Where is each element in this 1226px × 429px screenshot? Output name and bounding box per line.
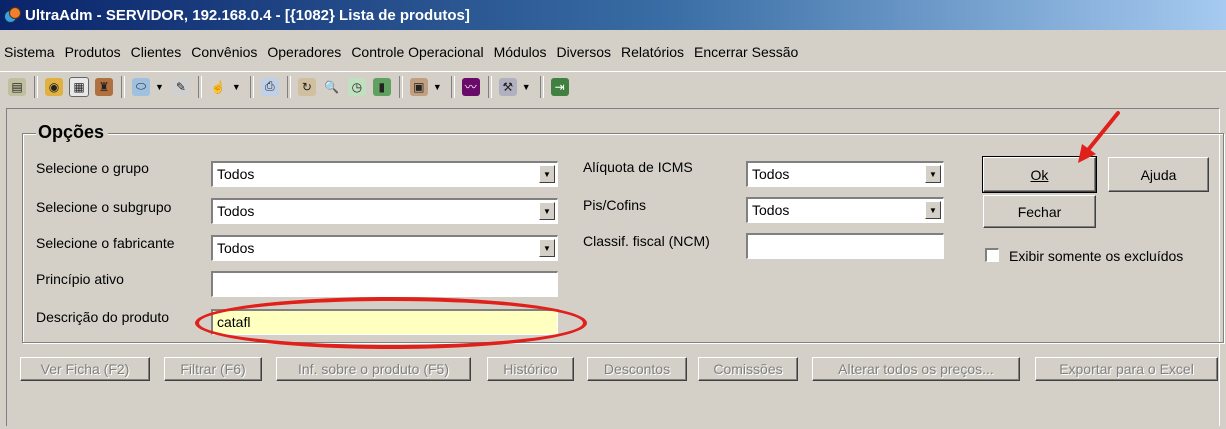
descricao-produto-label: Descrição do produto xyxy=(36,309,170,325)
show-deleted-label: Exibir somente os excluídos xyxy=(1009,248,1184,264)
menu-modulos[interactable]: Módulos xyxy=(489,44,552,60)
dropdown-arrow-icon[interactable]: ▼ xyxy=(433,82,442,92)
edit-icon[interactable]: ✎ xyxy=(170,76,192,98)
toolbar-separator xyxy=(34,75,38,98)
toolbar-separator xyxy=(286,75,291,98)
filtrar-label: Filtrar (F6) xyxy=(180,361,246,377)
subgrupo-select[interactable]: Todos ▼ xyxy=(211,198,558,224)
box-icon[interactable]: ▣ xyxy=(408,76,430,98)
subgrupo-value: Todos xyxy=(217,203,255,219)
chevron-down-icon[interactable]: ▼ xyxy=(539,165,555,183)
toolbar-separator xyxy=(450,75,455,98)
principio-ativo-input[interactable] xyxy=(211,271,558,297)
dropdown-arrow-icon[interactable]: ▼ xyxy=(522,82,531,92)
pis-cofins-value: Todos xyxy=(752,202,790,218)
exportar-excel-button[interactable]: Exportar para o Excel xyxy=(1035,357,1218,381)
ver-ficha-button[interactable]: Ver Ficha (F2) xyxy=(20,357,150,381)
descricao-produto-value: catafl xyxy=(217,314,251,330)
menu-convenios[interactable]: Convênios xyxy=(186,44,262,60)
inf-produto-button[interactable]: Inf. sobre o produto (F5) xyxy=(276,357,471,381)
ok-label: Ok xyxy=(1030,166,1049,183)
pills-icon[interactable]: ⬭ xyxy=(130,76,152,98)
dropdown-arrow-icon[interactable]: ▼ xyxy=(232,82,241,92)
toolbar-separator xyxy=(398,75,403,98)
filtrar-button[interactable]: Filtrar (F6) xyxy=(164,357,262,381)
principio-ativo-label: Princípio ativo xyxy=(36,271,124,287)
options-group-title: Opções xyxy=(36,122,109,143)
grupo-value: Todos xyxy=(217,166,255,182)
alterar-precos-button[interactable]: Alterar todos os preços... xyxy=(812,357,1020,381)
grupo-select[interactable]: Todos ▼ xyxy=(211,161,558,187)
historico-button[interactable]: Histórico xyxy=(487,357,574,381)
menu-controle-operacional[interactable]: Controle Operacional xyxy=(346,44,488,60)
help-label: Ajuda xyxy=(1140,166,1177,183)
descontos-button[interactable]: Descontos xyxy=(587,357,687,381)
dropdown-arrow-icon[interactable]: ▼ xyxy=(155,82,164,92)
comissoes-button[interactable]: Comissões xyxy=(698,357,798,381)
menu-clientes[interactable]: Clientes xyxy=(126,44,187,60)
menu-sistema[interactable]: Sistema xyxy=(0,44,60,60)
menu-bar: Sistema Produtos Clientes Convênios Oper… xyxy=(0,39,803,65)
help-button[interactable]: Ajuda xyxy=(1108,157,1209,192)
menu-produtos[interactable]: Produtos xyxy=(60,44,126,60)
ver-ficha-label: Ver Ficha (F2) xyxy=(40,361,130,377)
menu-relatorios[interactable]: Relatórios xyxy=(616,44,689,60)
toolbar-separator xyxy=(539,75,544,98)
toolbar-separator xyxy=(249,75,254,98)
show-deleted-checkbox[interactable] xyxy=(985,248,999,262)
grupo-label: Selecione o grupo xyxy=(36,160,149,176)
pis-cofins-select[interactable]: Todos ▼ xyxy=(746,197,944,223)
subgrupo-label: Selecione o subgrupo xyxy=(36,199,172,215)
graph-icon[interactable]: 〰 xyxy=(460,76,482,98)
descricao-produto-input[interactable]: catafl xyxy=(211,309,558,335)
title-bar: UltraAdm - SERVIDOR, 192.168.0.4 - [{108… xyxy=(0,0,1226,30)
fabricante-select[interactable]: Todos ▼ xyxy=(211,235,558,261)
alterar-precos-label: Alterar todos os preços... xyxy=(838,361,994,377)
cash-register-icon[interactable]: ▤ xyxy=(6,76,28,98)
app-icon xyxy=(4,7,21,23)
chevron-down-icon[interactable]: ▼ xyxy=(925,201,941,219)
close-button[interactable]: Fechar xyxy=(983,195,1096,228)
search-icon[interactable]: 🔍 xyxy=(321,76,343,98)
toolbar-separator xyxy=(121,75,125,98)
menu-diversos[interactable]: Diversos xyxy=(552,44,616,60)
window-title: UltraAdm - SERVIDOR, 192.168.0.4 - [{108… xyxy=(25,6,470,24)
fabricante-label: Selecione o fabricante xyxy=(36,235,175,251)
comissoes-label: Comissões xyxy=(713,361,783,377)
icms-select[interactable]: Todos ▼ xyxy=(746,161,944,187)
chevron-down-icon[interactable]: ▼ xyxy=(539,239,555,257)
descontos-label: Descontos xyxy=(603,361,671,377)
printer-icon[interactable]: ⎙ xyxy=(259,76,281,98)
calendar-icon[interactable]: ▦ xyxy=(68,76,90,98)
clock-icon[interactable]: ◷ xyxy=(346,76,368,98)
ncm-label: Classif. fiscal (NCM) xyxy=(583,233,710,249)
ok-button[interactable]: Ok xyxy=(982,156,1097,193)
icms-value: Todos xyxy=(752,166,790,182)
tools-icon[interactable]: ⚒ xyxy=(497,76,519,98)
icms-label: Alíquota de ICMS xyxy=(583,159,693,175)
refresh-icon[interactable]: ↻ xyxy=(296,76,318,98)
menu-encerrar-sessao[interactable]: Encerrar Sessão xyxy=(689,44,803,60)
close-label: Fechar xyxy=(1017,203,1062,220)
inf-produto-label: Inf. sobre o produto (F5) xyxy=(298,361,449,377)
menu-operadores[interactable]: Operadores xyxy=(262,44,346,60)
toolbar-separator xyxy=(487,75,492,98)
exit-door-icon[interactable]: ⇥ xyxy=(549,76,571,98)
chevron-down-icon[interactable]: ▼ xyxy=(539,202,555,220)
toolbar-separator xyxy=(197,75,202,98)
ncm-input[interactable] xyxy=(746,233,944,259)
users-icon[interactable]: ♜ xyxy=(93,76,115,98)
fabricante-value: Todos xyxy=(217,240,255,256)
exportar-excel-label: Exportar para o Excel xyxy=(1059,361,1194,377)
emblem-icon[interactable]: ◉ xyxy=(43,76,65,98)
pis-cofins-label: Pis/Cofins xyxy=(583,197,647,213)
chevron-down-icon[interactable]: ▼ xyxy=(925,165,941,183)
historico-label: Histórico xyxy=(503,361,558,377)
chart-icon[interactable]: ▮ xyxy=(371,76,393,98)
toolbar: ▤ ◉ ▦ ♜ ⬭ ▼ ✎ ☝ ▼ ⎙ ↻ 🔍 ◷ ▮ ▣ ▼ 〰 ⚒ ▼ ⇥ xyxy=(0,71,1226,101)
hand-icon[interactable]: ☝ xyxy=(207,76,229,98)
